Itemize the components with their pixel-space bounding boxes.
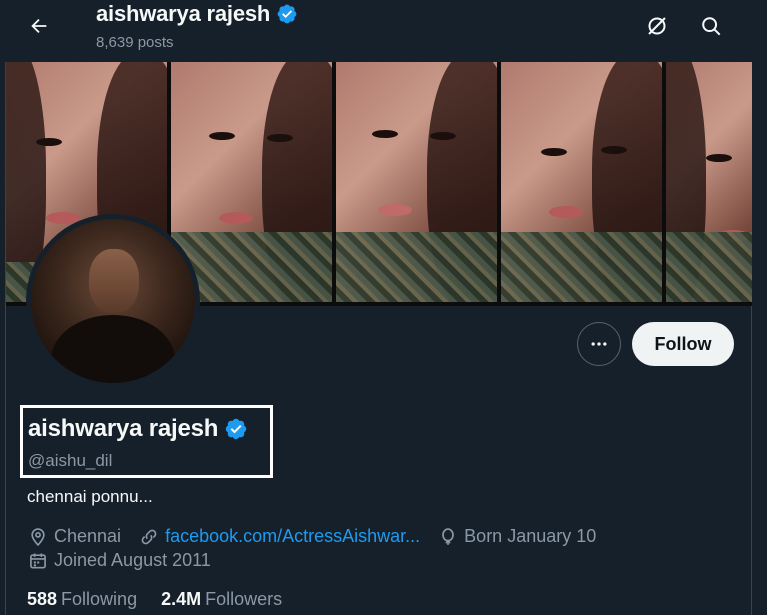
followers-link[interactable]: 2.4M Followers [161, 589, 282, 610]
profile-joined: Joined August 2011 [28, 550, 229, 571]
following-link[interactable]: 588 Following [27, 589, 137, 610]
banner-photo [666, 62, 752, 302]
grok-icon [648, 17, 666, 35]
more-horizontal-icon [591, 342, 607, 346]
location-pin-icon [31, 527, 45, 546]
header-title: aishwarya rajesh [96, 1, 271, 26]
profile-birthday: Born January 10 [438, 526, 596, 547]
balloon-icon [442, 527, 455, 545]
calendar-icon [30, 553, 46, 568]
location-text: Chennai [54, 526, 122, 546]
grok-button[interactable] [640, 9, 674, 43]
profile-handle: @aishu_dil [28, 451, 113, 470]
joined-text: Joined August 2011 [54, 550, 211, 570]
profile-location: Chennai [28, 526, 121, 547]
followers-count: 2.4M [161, 589, 202, 609]
arrow-left-icon [31, 18, 47, 34]
profile-meta: Chennai facebook.com/ActressAishwar... B… [28, 526, 614, 547]
search-icon [702, 17, 721, 36]
followers-label: Followers [205, 589, 283, 609]
search-button[interactable] [694, 9, 728, 43]
following-count: 588 [27, 589, 58, 609]
profile-avatar[interactable] [26, 214, 200, 388]
follow-button[interactable]: Follow [632, 322, 734, 366]
website-link[interactable]: facebook.com/ActressAishwar... [165, 526, 420, 547]
verified-badge-icon [277, 4, 297, 24]
banner-photo [336, 62, 497, 302]
avatar-image [31, 219, 195, 383]
banner-photo [171, 62, 332, 302]
posts-count: 8,639 posts [96, 34, 174, 51]
banner-photo [501, 62, 662, 302]
profile-website[interactable]: facebook.com/ActressAishwar... [139, 526, 420, 547]
verified-badge-icon[interactable] [224, 417, 248, 441]
profile-header-bar: aishwarya rajesh 8,639 posts [0, 0, 767, 62]
profile-name-block: aishwarya rajesh @aishu_dil [20, 405, 273, 478]
profile-stats: 588 Following 2.4M Followers [27, 589, 306, 610]
link-icon [141, 529, 157, 544]
more-options-button[interactable] [577, 322, 621, 366]
birthday-text: Born January 10 [464, 526, 597, 546]
following-label: Following [61, 589, 138, 609]
profile-bio: chennai ponnu... [27, 487, 153, 506]
back-button[interactable] [22, 9, 56, 43]
profile-display-name: aishwarya rajesh [28, 415, 219, 442]
